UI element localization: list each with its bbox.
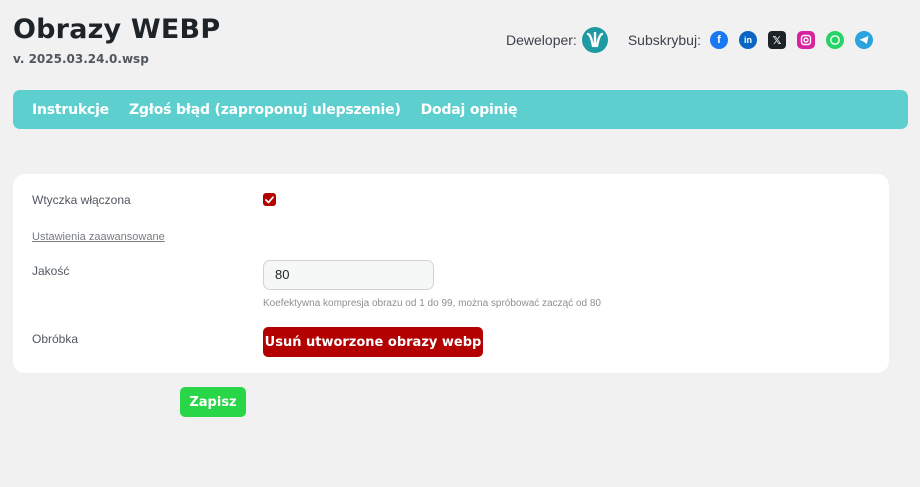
quality-help-text: Koefektywna kompresja obrazu od 1 do 99,… [263,298,601,309]
x-icon[interactable]: 𝕏 [767,31,786,49]
processing-label: Obróbka [32,332,79,346]
header-meta: Deweloper: Subskrybuj: f in 𝕏 [506,27,873,53]
telegram-icon[interactable] [854,31,873,49]
facebook-icon[interactable]: f [709,31,728,49]
social-links: f in 𝕏 [709,31,873,49]
plugin-nav-bar: Instrukcje Zgłoś błąd (zaproponuj ulepsz… [13,90,908,129]
plugin-enabled-checkbox[interactable] [263,193,276,206]
quality-label: Jakość [32,264,70,278]
developer-logo-icon[interactable] [581,27,608,53]
nav-add-review[interactable]: Dodaj opinię [421,102,518,118]
nav-instructions[interactable]: Instrukcje [32,102,109,118]
subscribe-label: Subskrybuj: [627,32,701,48]
developer-label: Deweloper: [506,32,577,48]
plugin-enabled-label: Wtyczka włączona [32,193,131,207]
whatsapp-icon[interactable] [825,31,844,49]
save-button[interactable]: Zapisz [180,387,246,417]
delete-webp-button[interactable]: Usuń utworzone obrazy webp [263,327,483,357]
instagram-icon[interactable] [796,31,815,49]
settings-card: Wtyczka włączona Ustawienia zaawansowane… [13,174,889,373]
nav-report-bug[interactable]: Zgłoś błąd (zaproponuj ulepszenie) [129,102,401,118]
quality-input[interactable]: 80 [263,260,434,290]
advanced-settings-link[interactable]: Ustawienia zaawansowane [32,231,165,243]
page-title: Obrazy WEBP [13,14,221,45]
version-text: v. 2025.03.24.0.wsp [13,52,149,66]
linkedin-icon[interactable]: in [738,31,757,49]
